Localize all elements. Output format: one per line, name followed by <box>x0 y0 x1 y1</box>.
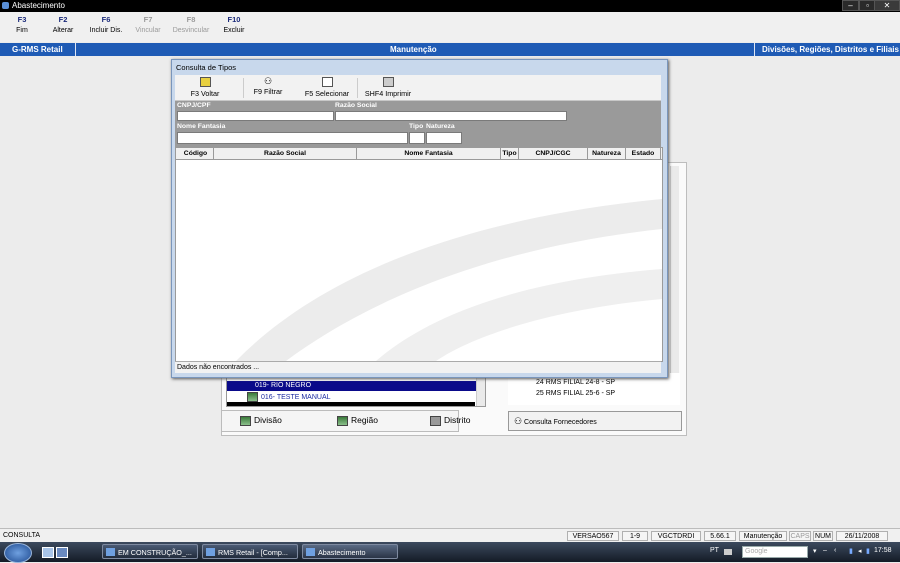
fkey-desvincular-button[interactable]: F8 Desvincular <box>170 15 212 34</box>
tipo-input[interactable] <box>409 132 425 144</box>
chevron-left-icon[interactable]: ‹ <box>834 547 836 554</box>
status-caps: CAPS <box>789 531 811 541</box>
dialog-toolbar: F3 Voltar ⚇ F9 Filtrar F5 Selecionar SHF4… <box>175 75 661 101</box>
language-indicator[interactable]: PT <box>710 547 719 554</box>
dialog-title: Consulta de Tipos <box>176 63 237 72</box>
close-button[interactable]: ✕ <box>874 0 900 11</box>
status-version: VERSAO567 <box>567 531 619 541</box>
start-button[interactable] <box>4 543 32 563</box>
fkey-incluir-dis-button[interactable]: F6 Incluir Dis. <box>86 15 126 34</box>
tipo-label: Tipo <box>409 123 424 130</box>
header-app-name: G-RMS Retail <box>12 45 63 54</box>
divisao-icon <box>240 415 251 426</box>
voltar-button[interactable]: F3 Voltar <box>189 77 221 98</box>
distrito-tab[interactable]: Distrito <box>430 412 470 429</box>
taskbar-abastecimento[interactable]: Abastecimento <box>302 544 398 559</box>
natureza-label: Natureza <box>426 123 455 130</box>
distrito-icon <box>430 415 441 426</box>
status-program: VGCTDRDI <box>651 531 701 541</box>
taskbar: EM CONSTRUÇÃO_... RMS Retail - [Comp... … <box>0 542 900 563</box>
cnpj-label: CNPJ/CPF <box>177 102 211 109</box>
col-codigo[interactable]: Código <box>178 148 214 159</box>
show-desktop-icon[interactable] <box>42 547 54 558</box>
folder-icon <box>106 548 115 556</box>
taskbar-clock[interactable]: 17:58 <box>874 547 892 554</box>
network-icon[interactable]: ▮ <box>849 547 853 555</box>
window-title-bar: Abastecimento – ▫ ✕ <box>0 0 900 12</box>
status-build: 5.66.1 <box>704 531 736 541</box>
tree-selection-strip <box>227 402 475 406</box>
fkey-excluir-button[interactable]: F10 Excluir <box>220 15 248 34</box>
binoculars-icon: ⚇ <box>514 416 523 426</box>
monitor-icon[interactable]: ▮ <box>866 547 870 555</box>
col-estado[interactable]: Estado <box>626 148 661 159</box>
chevron-down-icon[interactable]: ▾ <box>813 547 817 555</box>
status-function: Manutenção <box>739 531 787 541</box>
col-tipo[interactable]: Tipo <box>501 148 519 159</box>
app-icon <box>206 548 215 556</box>
status-mode: CONSULTA <box>3 532 41 539</box>
fkey-vincular-button[interactable]: F7 Vincular <box>132 15 164 34</box>
grid-header: Código Razão Social Nome Fantasia Tipo C… <box>176 148 662 160</box>
tree-item[interactable]: 019- RIO NEGRO <box>227 381 485 391</box>
header-screen-title: Divisões, Regiões, Distritos e Filiais <box>762 45 899 54</box>
select-window-icon <box>321 77 333 87</box>
minimize-button[interactable]: – <box>842 0 859 11</box>
back-folder-icon <box>199 77 211 87</box>
tree-item[interactable]: 016- TESTE MANUAL <box>227 392 485 402</box>
col-natureza[interactable]: Natureza <box>588 148 626 159</box>
watermark-logo <box>236 199 662 361</box>
app-icon <box>306 548 315 556</box>
list-item[interactable]: 24 RMS FILIAL 24-8 - SP <box>536 379 615 386</box>
window-title: Abastecimento <box>12 1 65 10</box>
results-grid[interactable]: Código Razão Social Nome Fantasia Tipo C… <box>175 147 663 362</box>
taskbar-rms-retail[interactable]: RMS Retail - [Comp... <box>202 544 298 559</box>
header-mode: Manutenção <box>390 45 437 54</box>
natureza-input[interactable] <box>426 132 462 144</box>
search-icon[interactable]: ⚲ <box>798 547 803 555</box>
app-icon <box>2 2 9 9</box>
fkey-fim-button[interactable]: F3 Fim <box>10 15 34 34</box>
consulta-fornecedores-button[interactable]: ⚇ Consulta Fornecedores <box>508 411 682 431</box>
col-cnpj-cgc[interactable]: CNPJ/CGC <box>519 148 588 159</box>
dialog-status: Dados não encontrados ... <box>175 361 661 373</box>
filter-form: CNPJ/CPF Razão Social Nome Fantasia Tipo… <box>175 101 661 147</box>
tray-dash-icon: – <box>823 547 827 554</box>
regiao-tab[interactable]: Região <box>337 412 378 429</box>
volume-icon[interactable]: ◂ <box>858 547 862 555</box>
binoculars-icon: ⚇ <box>263 76 273 86</box>
status-range: 1-9 <box>622 531 648 541</box>
switch-windows-icon[interactable] <box>56 547 68 558</box>
status-date: 26/11/2008 <box>836 531 888 541</box>
tree-node-icon <box>247 392 258 402</box>
col-razao-social[interactable]: Razão Social <box>214 148 357 159</box>
fkey-alterar-button[interactable]: F2 Alterar <box>48 15 78 34</box>
list-item[interactable]: 25 RMS FILIAL 25-6 - SP <box>536 390 615 397</box>
section-header: G-RMS Retail Manutenção Divisões, Regiõe… <box>0 43 900 56</box>
imprimir-button[interactable]: SHF4 Imprimir <box>363 77 413 98</box>
nome-fantasia-input[interactable] <box>177 132 408 144</box>
divisao-tab[interactable]: Divisão <box>240 412 282 429</box>
panel-scrollbar[interactable] <box>670 166 679 402</box>
razao-social-label: Razão Social <box>335 102 377 109</box>
nome-fantasia-label: Nome Fantasia <box>177 123 226 130</box>
razao-social-input[interactable] <box>335 111 567 121</box>
status-bar: CONSULTA VERSAO567 1-9 VGCTDRDI 5.66.1 M… <box>0 528 900 543</box>
keyboard-icon[interactable] <box>724 549 732 555</box>
taskbar-em-construcao[interactable]: EM CONSTRUÇÃO_... <box>102 544 198 559</box>
filtrar-button[interactable]: ⚇ F9 Filtrar <box>252 76 284 97</box>
col-nome-fantasia[interactable]: Nome Fantasia <box>357 148 501 159</box>
regiao-icon <box>337 415 348 426</box>
cnpj-input[interactable] <box>177 111 334 121</box>
printer-icon <box>382 77 394 87</box>
status-num: NUM <box>813 531 833 541</box>
function-key-toolbar: F3 Fim F2 Alterar F6 Incluir Dis. F7 Vincula… <box>0 12 900 42</box>
selecionar-button[interactable]: F5 Selecionar <box>304 77 350 98</box>
tree-view[interactable]: 019- RIO NEGRO 016- TESTE MANUAL <box>226 373 486 407</box>
